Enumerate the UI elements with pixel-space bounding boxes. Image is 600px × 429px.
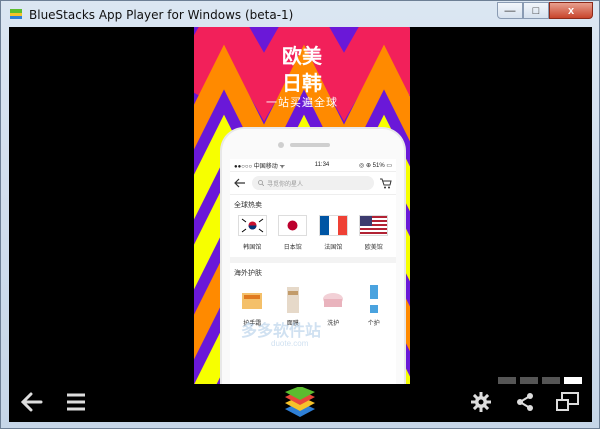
phone-status-bar: ●●○○○ 中国移动 ᯤ 11:34 ◎ ⊕ 51% ▭ [230, 159, 396, 172]
flag-label: 法国馆 [324, 245, 343, 251]
flag-row: 韩国馆 日本馆 法国馆 欧美馆 [230, 213, 396, 251]
section-skin-title: 海外护肤 [234, 270, 262, 277]
section-hot-title: 全球热卖 [234, 202, 262, 209]
flag-label: 韩国馆 [243, 245, 262, 251]
carrier-text: ●●○○○ 中国移动 ᯤ [234, 163, 285, 170]
flag-item-korea[interactable]: 韩国馆 [233, 215, 271, 251]
headline-line-2: 日韩 [282, 71, 322, 95]
flag-item-europe-america[interactable]: 欧美馆 [355, 215, 393, 251]
bottom-toolbar [9, 384, 592, 422]
france-flag-icon [318, 215, 348, 236]
flag-item-japan[interactable]: 日本馆 [274, 215, 312, 251]
us-flag-icon [359, 215, 389, 236]
phone-camera [278, 142, 284, 148]
flag-label: 欧美馆 [364, 245, 383, 251]
bluestacks-logo-icon[interactable] [283, 387, 317, 419]
product-label: 洗护 [327, 321, 340, 327]
bluestacks-app-icon [10, 9, 22, 19]
hand-cream-image [242, 293, 263, 309]
hamburger-menu-icon[interactable] [66, 393, 86, 411]
product-label: 个护 [367, 321, 380, 327]
watermark-url: duote.com [271, 339, 309, 348]
minimize-button[interactable]: — [497, 2, 523, 19]
phone-screen: ●●○○○ 中国移动 ᯤ 11:34 ◎ ⊕ 51% ▭ 寻觅你的星人 全球热卖 [230, 159, 396, 384]
emulator-screen[interactable]: 欧美 日韩 一站买遍全球 ●●○○○ 中国移动 ᯤ 11:34 ◎ ⊕ 51% … [9, 27, 592, 422]
personal-care-image [369, 285, 378, 313]
wash-care-image [323, 293, 344, 307]
window-title: BlueStacks App Player for Windows (beta-… [29, 8, 294, 22]
app-window: BlueStacks App Player for Windows (beta-… [0, 0, 600, 429]
phone-speaker [290, 143, 330, 147]
share-icon[interactable] [515, 392, 535, 412]
gear-icon[interactable] [471, 392, 491, 412]
screen-toggle-icon[interactable] [556, 392, 580, 412]
search-row: 寻觅你的星人 [230, 172, 396, 195]
window-controls: — □ x [497, 2, 593, 21]
headline-line-1: 欧美 [282, 44, 322, 68]
search-icon [258, 180, 264, 186]
product-item[interactable]: 个护 [355, 285, 393, 327]
back-arrow-icon[interactable] [234, 178, 246, 188]
korea-flag-icon [237, 215, 267, 236]
watermark-text: 多多软件站 [241, 323, 322, 340]
flag-item-france[interactable]: 法国馆 [314, 215, 352, 251]
phone-mockup: ●●○○○ 中国移动 ᯤ 11:34 ◎ ⊕ 51% ▭ 寻觅你的星人 全球热卖 [222, 129, 404, 384]
close-button[interactable]: x [549, 2, 593, 19]
japan-flag-icon [278, 215, 308, 236]
maximize-button[interactable]: □ [523, 2, 549, 19]
search-input[interactable]: 寻觅你的星人 [252, 176, 374, 190]
search-placeholder: 寻觅你的星人 [267, 181, 304, 188]
cart-icon[interactable] [380, 178, 392, 189]
battery-text: ◎ ⊕ 51% ▭ [359, 162, 392, 169]
title-bar[interactable]: BlueStacks App Player for Windows (beta-… [1, 1, 599, 27]
mask-image [286, 287, 299, 313]
back-arrow-icon[interactable] [21, 392, 43, 412]
tagline: 一站买遍全球 [266, 96, 338, 109]
flag-label: 日本馆 [283, 245, 302, 251]
clock-text: 11:34 [314, 162, 330, 168]
